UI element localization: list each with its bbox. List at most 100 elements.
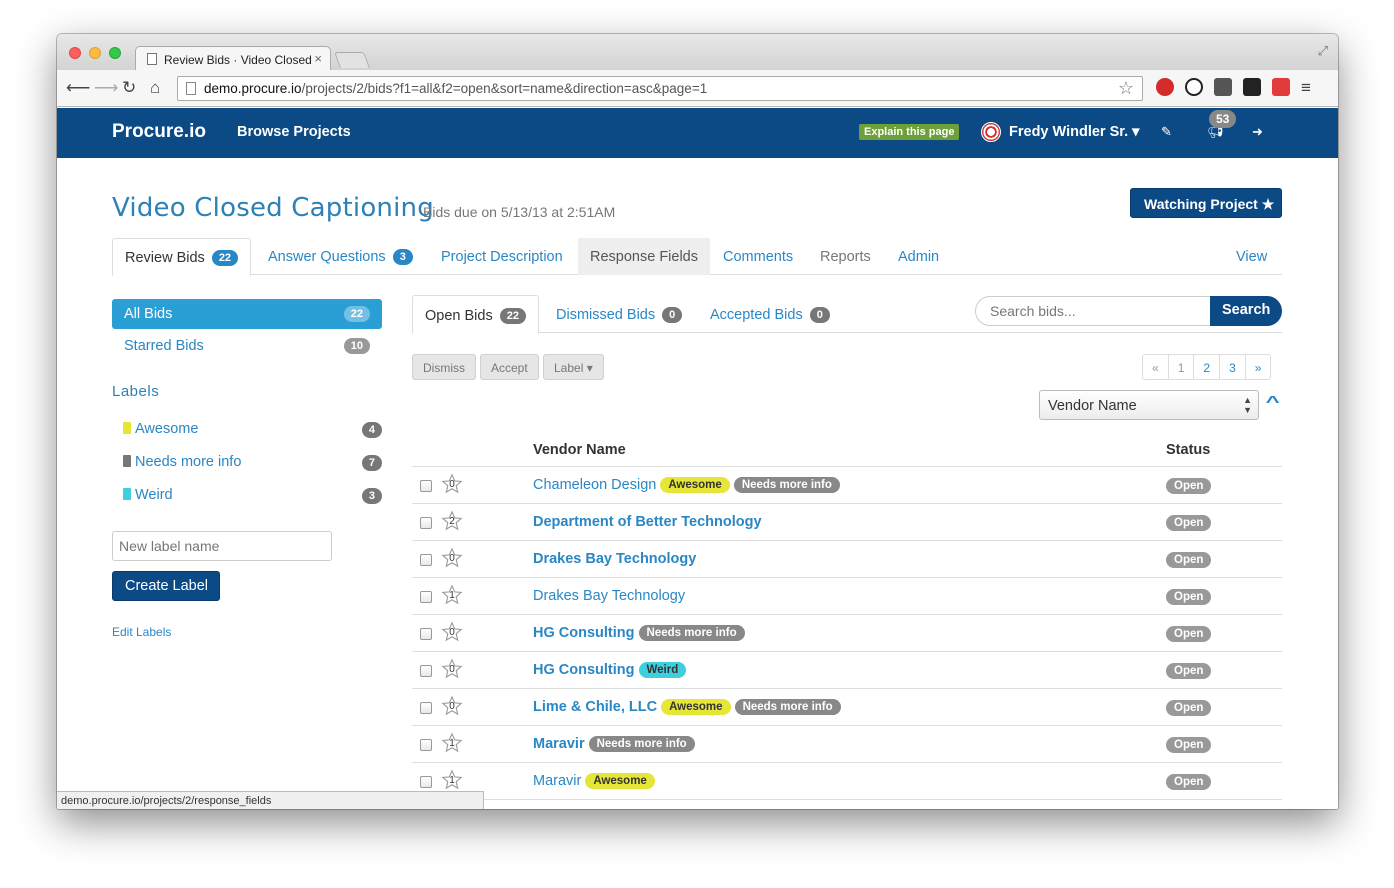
pagination-next[interactable]: »: [1244, 354, 1272, 380]
brand-logo[interactable]: Procure.io: [112, 121, 206, 143]
row-checkbox[interactable]: [420, 554, 432, 566]
star-rating-icon[interactable]: 0: [441, 473, 463, 495]
tab-label: Answer Questions: [268, 249, 386, 265]
pagination-page-3[interactable]: 3: [1219, 354, 1246, 380]
vendor-link[interactable]: Maravir Awesome: [533, 773, 655, 789]
count-badge: 0: [662, 307, 683, 323]
tab-accepted-bids[interactable]: Accepted Bids 0: [698, 295, 842, 333]
sidebar-label-needs-more-info[interactable]: Needs more info 7: [123, 454, 382, 478]
extension-stop-icon[interactable]: [1156, 78, 1174, 96]
dismiss-button[interactable]: Dismiss: [412, 354, 476, 380]
tab-response-fields[interactable]: Response Fields: [578, 238, 710, 275]
browse-projects-link[interactable]: Browse Projects: [237, 124, 351, 140]
zoom-window-button[interactable]: [109, 47, 121, 59]
row-checkbox[interactable]: [420, 480, 432, 492]
vendor-link[interactable]: HG Consulting Weird: [533, 662, 687, 678]
bookmark-star-icon[interactable]: ☆: [1118, 78, 1134, 99]
column-header-status[interactable]: Status: [1166, 442, 1210, 458]
star-count: 1: [449, 775, 455, 786]
star-rating-icon[interactable]: 1: [441, 769, 463, 791]
vendor-link[interactable]: HG Consulting Needs more info: [533, 625, 745, 641]
new-tab-button[interactable]: [334, 52, 370, 68]
row-checkbox[interactable]: [420, 776, 432, 788]
tab-dismissed-bids[interactable]: Dismissed Bids 0: [544, 295, 694, 333]
row-checkbox[interactable]: [420, 702, 432, 714]
vendor-link[interactable]: Drakes Bay Technology: [533, 551, 696, 567]
close-window-button[interactable]: [69, 47, 81, 59]
new-label-input[interactable]: [112, 531, 332, 561]
fullscreen-icon[interactable]: ⤢: [1318, 43, 1328, 59]
chevron-up-icon[interactable]: ^: [1266, 394, 1280, 412]
column-header-vendor[interactable]: Vendor Name: [533, 442, 626, 458]
row-checkbox[interactable]: [420, 628, 432, 640]
table-row: 0 Chameleon Design Awesome Needs more info O…: [412, 467, 1282, 504]
menu-icon[interactable]: ≡: [1301, 78, 1311, 98]
forward-arrow-icon[interactable]: ⟶: [94, 78, 118, 98]
address-bar[interactable]: demo.procure.io/projects/2/bids?f1=all&f…: [177, 76, 1143, 101]
row-checkbox[interactable]: [420, 739, 432, 751]
pagination: « 1 2 3 »: [1142, 354, 1272, 380]
status-badge: Open: [1166, 626, 1212, 642]
watching-project-button[interactable]: Watching Project ★: [1130, 188, 1282, 218]
reload-icon[interactable]: ↻: [122, 78, 136, 98]
star-rating-icon[interactable]: 0: [441, 547, 463, 569]
star-rating-icon[interactable]: 0: [441, 695, 463, 717]
tab-project-description[interactable]: Project Description: [429, 238, 575, 275]
sidebar-item-starred-bids[interactable]: Starred Bids 10: [112, 332, 382, 360]
pencil-icon[interactable]: ✎: [1161, 124, 1172, 140]
tab-review-bids[interactable]: Review Bids 22: [112, 238, 252, 276]
vendor-link[interactable]: Lime & Chile, LLC Awesome Needs more info: [533, 699, 841, 715]
label-dropdown-button[interactable]: Label ▾: [543, 354, 604, 380]
vendor-link[interactable]: Drakes Bay Technology: [533, 588, 685, 604]
extension-buffer-icon[interactable]: [1243, 78, 1261, 96]
sidebar-item-label: Starred Bids: [124, 338, 204, 354]
star-rating-icon[interactable]: 0: [441, 658, 463, 680]
accept-button[interactable]: Accept: [480, 354, 539, 380]
extension-lastpass-icon[interactable]: [1272, 78, 1290, 96]
explain-page-button[interactable]: Explain this page: [859, 124, 960, 140]
pagination-page-2[interactable]: 2: [1193, 354, 1221, 380]
sidebar-label-awesome[interactable]: Awesome 4: [123, 421, 382, 445]
tab-open-bids[interactable]: Open Bids 22: [412, 295, 539, 334]
create-label-button[interactable]: Create Label: [112, 571, 220, 601]
extension-pocket-icon[interactable]: [1214, 78, 1232, 96]
vendor-name: Maravir: [533, 773, 582, 789]
vendor-link[interactable]: Maravir Needs more info: [533, 736, 695, 752]
user-menu[interactable]: Fredy Windler Sr. ▾: [1009, 124, 1139, 140]
search-bids-input[interactable]: [975, 296, 1212, 326]
count-badge: 10: [343, 338, 370, 354]
search-button[interactable]: Search: [1210, 296, 1282, 326]
vendor-link[interactable]: Department of Better Technology: [533, 514, 762, 530]
star-rating-icon[interactable]: 1: [441, 584, 463, 606]
tab-admin[interactable]: Admin: [886, 238, 951, 275]
star-rating-icon[interactable]: 0: [441, 621, 463, 643]
notification-count-badge[interactable]: 53: [1209, 110, 1237, 128]
sidebar-item-all-bids[interactable]: All Bids 22: [112, 299, 382, 329]
row-checkbox[interactable]: [420, 517, 432, 529]
tab-reports[interactable]: Reports: [808, 238, 883, 275]
minimize-window-button[interactable]: [89, 47, 101, 59]
home-icon[interactable]: ⌂: [150, 78, 160, 98]
table-row: 0 HG Consulting Weird Open: [412, 652, 1282, 689]
tab-close-icon[interactable]: ×: [314, 51, 322, 66]
sign-out-icon[interactable]: ➜: [1252, 124, 1263, 140]
pagination-prev[interactable]: «: [1142, 354, 1169, 380]
star-rating-icon[interactable]: 1: [441, 732, 463, 754]
sort-select[interactable]: Vendor Name ▲ ▼: [1039, 390, 1259, 420]
browser-tab[interactable]: Review Bids · Video Closed ×: [135, 46, 331, 71]
count-badge: 22: [211, 250, 239, 266]
tab-comments[interactable]: Comments: [711, 238, 805, 275]
vendor-link[interactable]: Chameleon Design Awesome Needs more info: [533, 477, 840, 493]
tab-view[interactable]: View: [1224, 238, 1279, 275]
extension-sync-icon[interactable]: [1185, 78, 1203, 96]
edit-labels-link[interactable]: Edit Labels: [112, 625, 171, 639]
tab-answer-questions[interactable]: Answer Questions 3: [256, 238, 425, 275]
avatar[interactable]: [981, 122, 1001, 142]
row-checkbox[interactable]: [420, 591, 432, 603]
row-checkbox[interactable]: [420, 665, 432, 677]
count-badge: 22: [499, 308, 526, 324]
star-rating-icon[interactable]: 2: [441, 510, 463, 532]
pagination-page-1[interactable]: 1: [1167, 354, 1195, 380]
back-arrow-icon[interactable]: ⟵: [66, 78, 90, 98]
sidebar-label-weird[interactable]: Weird 3: [123, 487, 382, 511]
